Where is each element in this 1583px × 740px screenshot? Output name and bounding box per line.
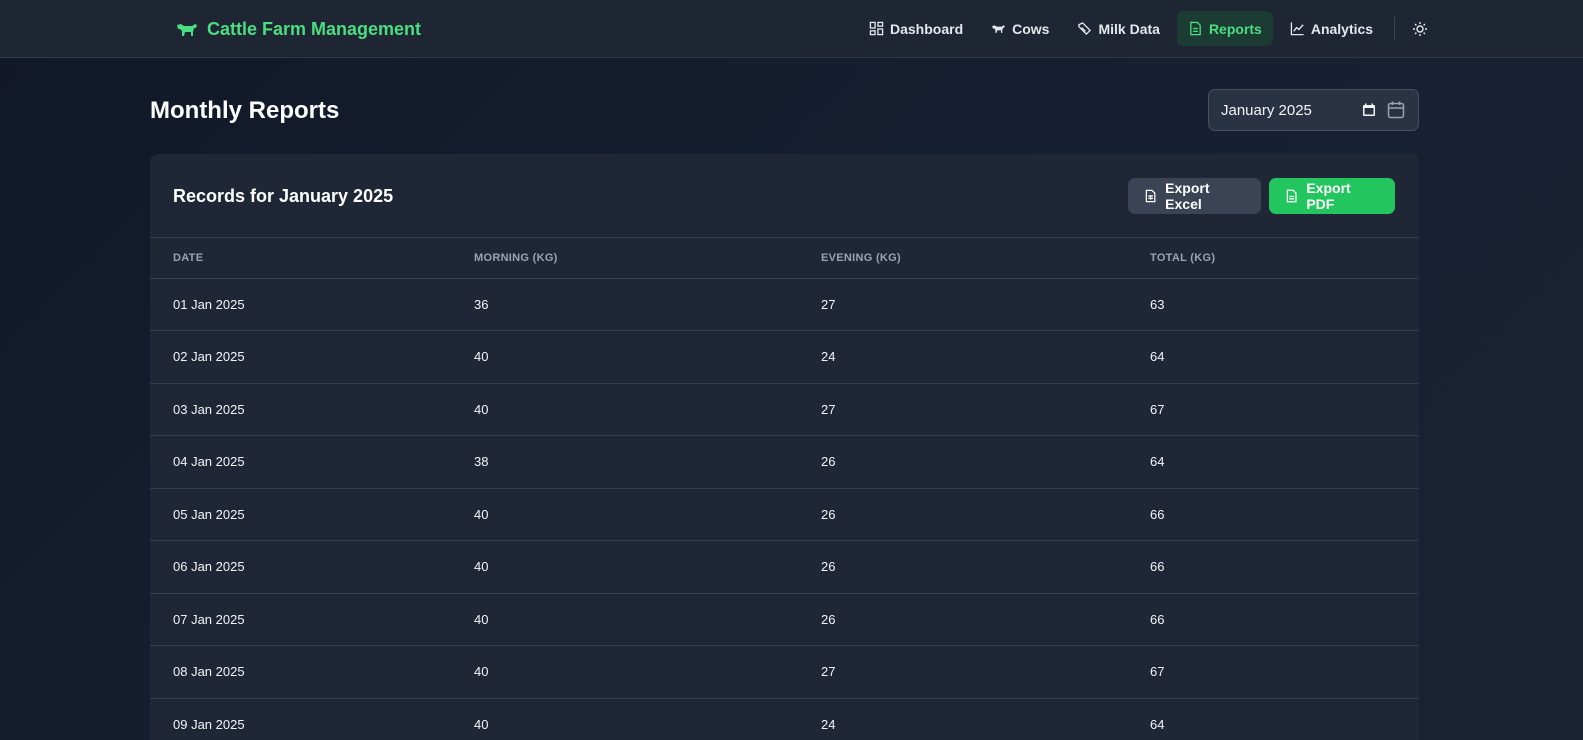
cell-morning: 40 — [474, 540, 821, 594]
records-table: DATE MORNING (KG) EVENING (KG) TOTAL (KG… — [150, 238, 1419, 740]
cell-evening: 24 — [821, 330, 1150, 384]
sun-icon — [1413, 21, 1428, 36]
table-row[interactable]: 06 Jan 2025 40 26 66 — [150, 540, 1419, 594]
brand-logo[interactable]: Cattle Farm Management — [175, 17, 421, 41]
records-title: Records for January 2025 — [173, 186, 394, 206]
cell-date: 09 Jan 2025 — [150, 698, 474, 740]
records-card-header: Records for January 2025 Export Excel Ex… — [150, 154, 1419, 238]
export-pdf-label: Export PDF — [1306, 180, 1351, 212]
records-card: Records for January 2025 Export Excel Ex… — [150, 154, 1419, 740]
table-row[interactable]: 03 Jan 2025 40 27 67 — [150, 383, 1419, 436]
cell-total: 64 — [1150, 435, 1419, 489]
nav-divider — [1394, 16, 1396, 41]
export-excel-label: Export Excel — [1165, 180, 1210, 212]
cell-total: 67 — [1150, 645, 1419, 699]
top-navbar: Cattle Farm Management Dashboard Cows Mi… — [0, 0, 1583, 58]
cell-morning: 40 — [474, 645, 821, 699]
document-icon — [1190, 21, 1201, 36]
app-title: Cattle Farm Management — [207, 18, 422, 39]
cell-evening: 26 — [821, 540, 1150, 594]
column-header-total[interactable]: TOTAL (KG) — [1150, 238, 1419, 279]
column-header-morning[interactable]: MORNING (KG) — [474, 238, 821, 279]
cell-evening: 27 — [821, 383, 1150, 436]
cell-total: 66 — [1150, 488, 1419, 541]
table-row[interactable]: 09 Jan 2025 40 24 64 — [150, 698, 1419, 740]
cell-evening: 26 — [821, 593, 1150, 646]
table-row[interactable]: 08 Jan 2025 40 27 67 — [150, 645, 1419, 699]
nav-analytics[interactable]: Analytics — [1279, 11, 1384, 46]
page-title: Monthly Reports — [150, 97, 340, 124]
calendar-small-icon[interactable] — [1362, 103, 1376, 117]
cell-total: 63 — [1150, 278, 1419, 331]
cell-evening: 26 — [821, 435, 1150, 489]
nav-milk-data[interactable]: Milk Data — [1066, 11, 1170, 46]
table-row[interactable]: 04 Jan 2025 38 26 64 — [150, 435, 1419, 489]
cell-evening: 27 — [821, 645, 1150, 699]
table-row[interactable]: 05 Jan 2025 40 26 66 — [150, 488, 1419, 541]
milk-drop-icon — [1078, 22, 1092, 36]
cell-date: 03 Jan 2025 — [150, 383, 474, 436]
cell-date: 01 Jan 2025 — [150, 278, 474, 331]
dashboard-grid-icon — [869, 21, 884, 36]
cell-evening: 24 — [821, 698, 1150, 740]
cow-logo-icon — [177, 24, 197, 36]
cell-date: 07 Jan 2025 — [150, 593, 474, 646]
cell-evening: 26 — [821, 488, 1150, 541]
cell-total: 67 — [1150, 383, 1419, 436]
month-picker-input[interactable]: January 2025 — [1208, 89, 1419, 131]
nav-dashboard[interactable]: Dashboard — [858, 11, 974, 46]
document-icon — [1286, 189, 1297, 203]
nav-reports-label: Reports — [1208, 20, 1262, 37]
table-row[interactable]: 01 Jan 2025 36 27 63 — [150, 278, 1419, 331]
month-picker-value: January 2025 — [1221, 101, 1312, 119]
cell-morning: 40 — [474, 488, 821, 541]
cell-date: 04 Jan 2025 — [150, 435, 474, 489]
cell-morning: 40 — [474, 330, 821, 384]
table-row[interactable]: 07 Jan 2025 40 26 66 — [150, 593, 1419, 646]
cell-total: 64 — [1150, 698, 1419, 740]
nav-milk-data-label: Milk Data — [1098, 20, 1160, 37]
line-chart-icon — [1290, 22, 1304, 36]
column-header-evening[interactable]: EVENING (KG) — [821, 238, 1150, 279]
cell-date: 06 Jan 2025 — [150, 540, 474, 594]
cell-morning: 38 — [474, 435, 821, 489]
nav-analytics-label: Analytics — [1310, 20, 1374, 37]
cell-date: 08 Jan 2025 — [150, 645, 474, 699]
cell-morning: 40 — [474, 698, 821, 740]
cell-total: 66 — [1150, 540, 1419, 594]
theme-toggle-button[interactable] — [1405, 11, 1435, 46]
export-pdf-button[interactable]: Export PDF — [1269, 178, 1395, 214]
export-excel-button[interactable]: Export Excel — [1128, 178, 1261, 214]
cell-morning: 36 — [474, 278, 821, 331]
nav-dashboard-label: Dashboard — [890, 20, 964, 37]
cow-icon — [992, 25, 1005, 33]
main-nav: Dashboard Cows Milk Data Reports Analyti… — [858, 11, 1435, 46]
spreadsheet-icon — [1145, 189, 1156, 203]
cell-total: 66 — [1150, 593, 1419, 646]
nav-reports[interactable]: Reports — [1176, 11, 1273, 46]
cell-evening: 27 — [821, 278, 1150, 331]
table-header-row: DATE MORNING (KG) EVENING (KG) TOTAL (KG… — [150, 238, 1419, 279]
nav-cows-label: Cows — [1012, 20, 1050, 37]
cell-morning: 40 — [474, 593, 821, 646]
nav-cows[interactable]: Cows — [980, 11, 1060, 46]
cell-date: 02 Jan 2025 — [150, 330, 474, 384]
cell-morning: 40 — [474, 383, 821, 436]
records-table-body: 01 Jan 2025 36 27 63 02 Jan 2025 40 24 64 03 Jan… — [150, 278, 1419, 740]
cell-total: 64 — [1150, 330, 1419, 384]
column-header-date[interactable]: DATE — [150, 238, 474, 279]
table-row[interactable]: 02 Jan 2025 40 24 64 — [150, 330, 1419, 384]
cell-date: 05 Jan 2025 — [150, 488, 474, 541]
calendar-icon[interactable] — [1386, 100, 1406, 120]
